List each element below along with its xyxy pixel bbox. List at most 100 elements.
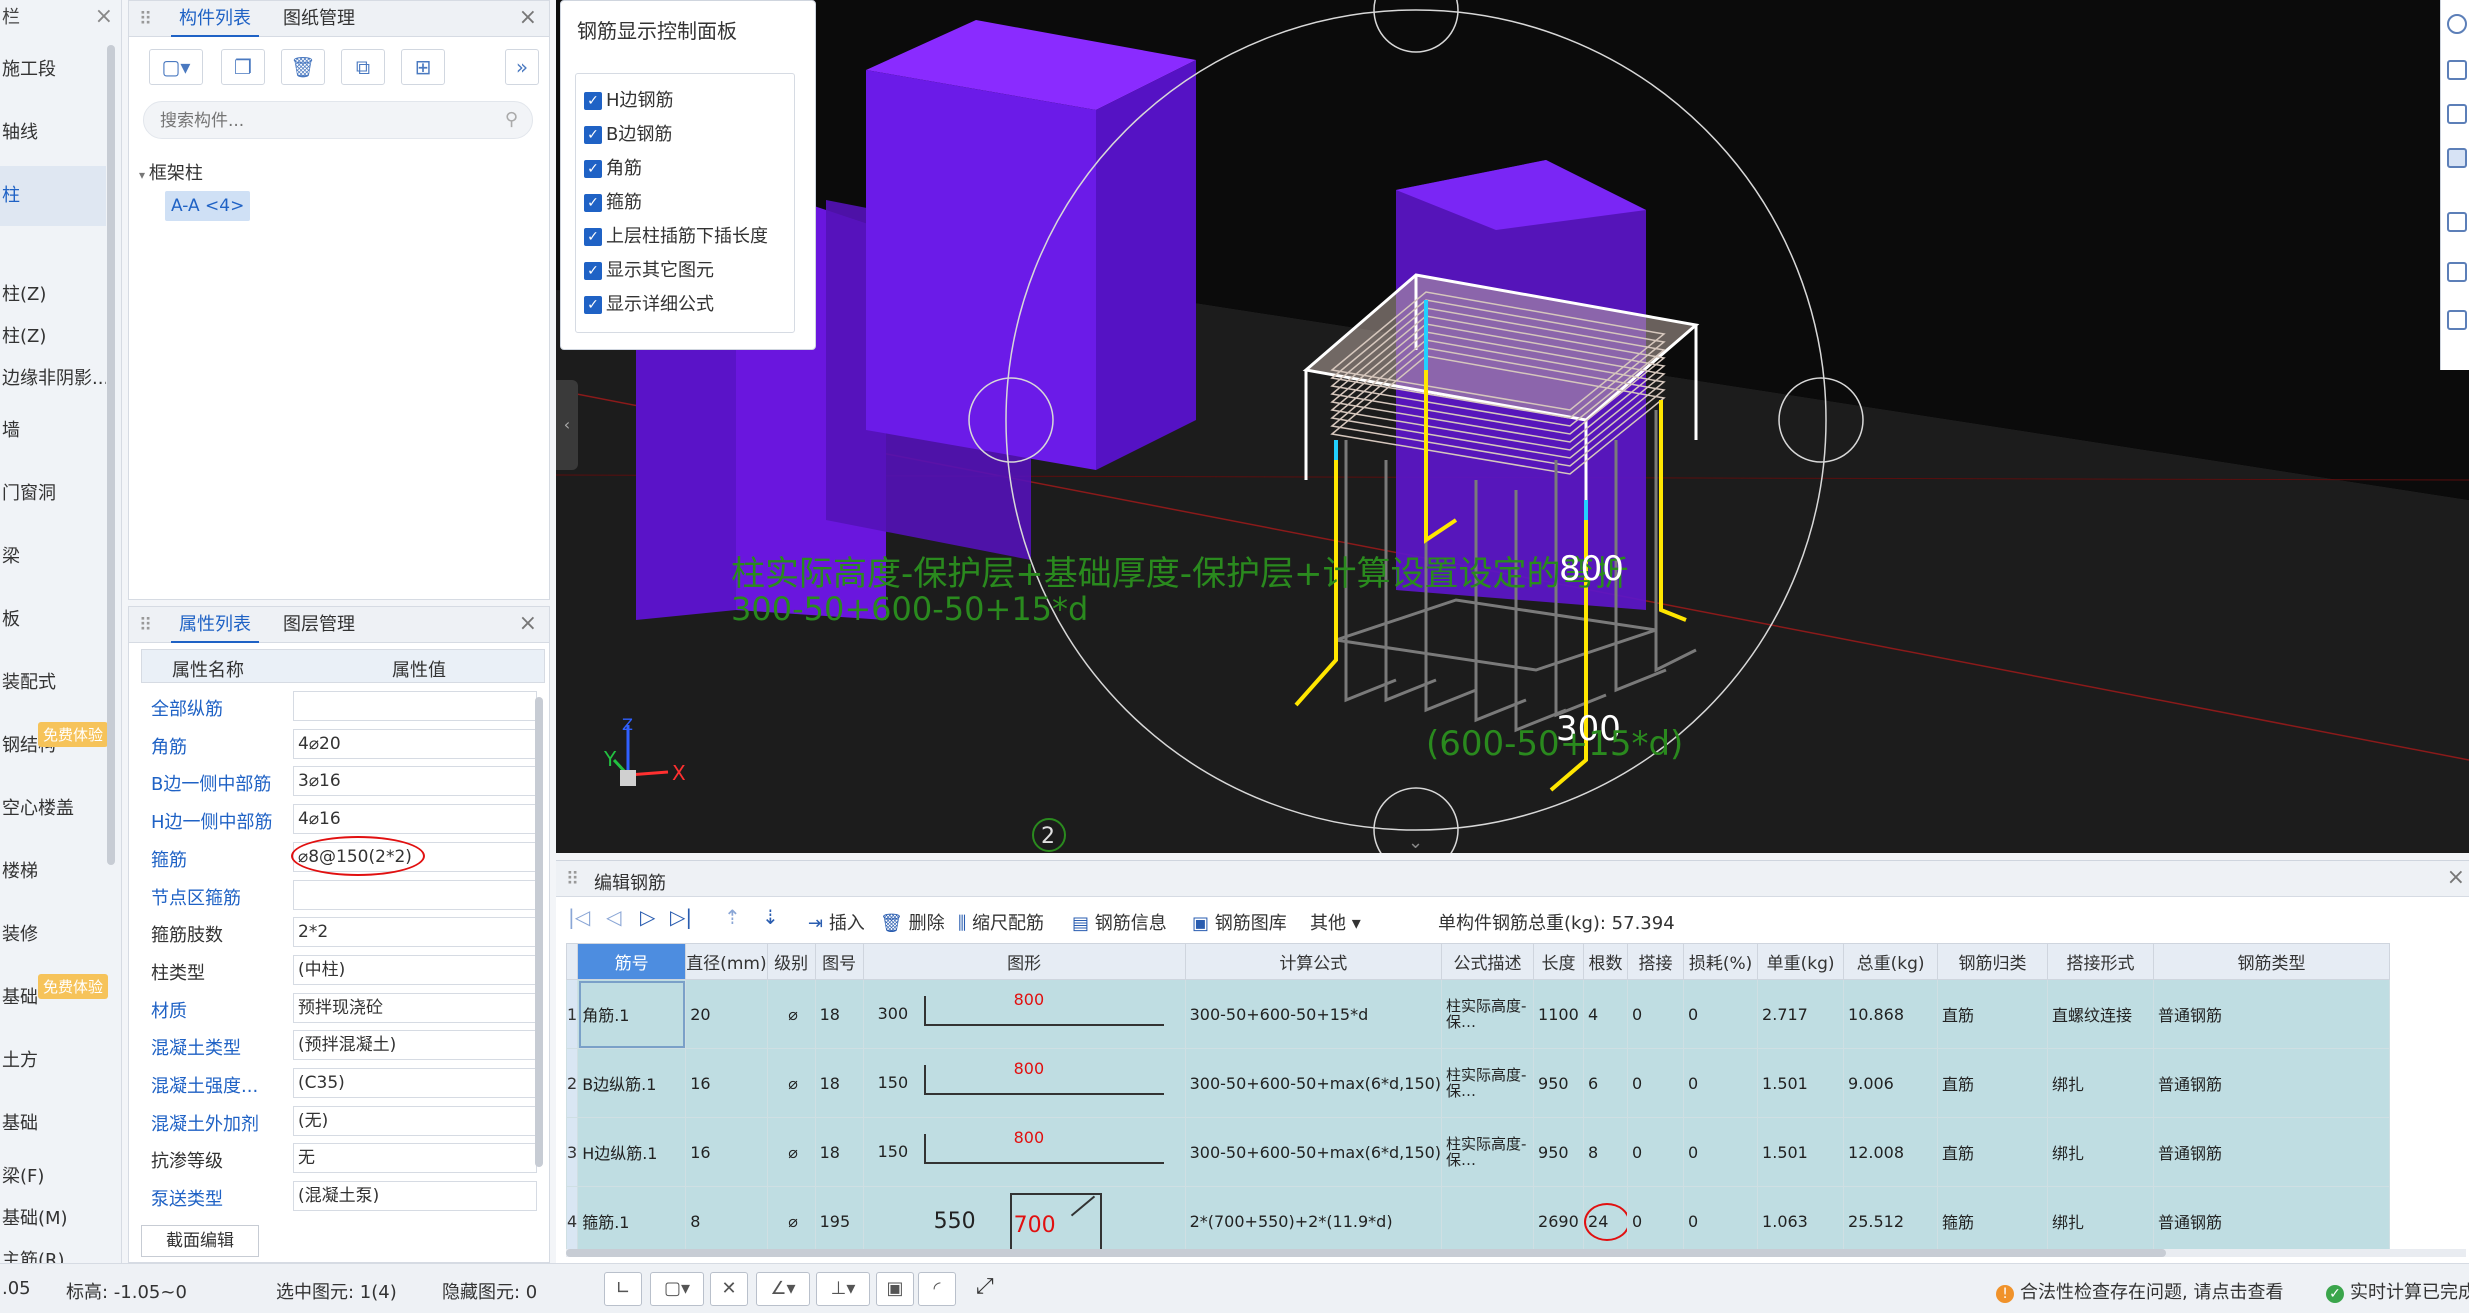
header-count[interactable]: 根数: [1583, 943, 1629, 980]
next-record-icon[interactable]: ▷: [640, 905, 655, 929]
view-list-icon[interactable]: [2447, 310, 2467, 330]
tab-component-list[interactable]: 构件列表: [171, 1, 259, 37]
property-row[interactable]: 抗渗等级 无: [141, 1139, 545, 1177]
header-total-weight[interactable]: 总重(kg): [1843, 943, 1939, 980]
search-icon[interactable]: ⚲: [505, 109, 518, 130]
property-row[interactable]: 节点区箍筋: [141, 876, 545, 914]
view-3d-icon[interactable]: [2447, 60, 2467, 80]
cell-total-weight[interactable]: 25.512: [1843, 1186, 1939, 1256]
drag-handle-icon[interactable]: ⠿: [566, 869, 579, 890]
cell-unit-weight[interactable]: 1.501: [1757, 1048, 1845, 1118]
tree-node-aa[interactable]: A-A <4>: [165, 191, 251, 221]
nav-item-prefab[interactable]: 装配式: [0, 668, 106, 694]
cell-bar-number[interactable]: 箍筋.1: [577, 1186, 687, 1256]
drag-handle-icon[interactable]: ⠿: [139, 615, 152, 636]
property-value[interactable]: [293, 879, 537, 910]
cell-formula-desc[interactable]: 柱实际高度-保…: [1441, 1048, 1535, 1118]
cell-formula-desc[interactable]: [1441, 1186, 1535, 1256]
nav-item-earthwork[interactable]: 土方: [0, 1046, 106, 1072]
checkbox-h-rebar[interactable]: ✓ H边钢筋: [584, 86, 674, 112]
more-icon[interactable]: »: [505, 49, 539, 85]
nav-item-axis[interactable]: 轴线: [0, 118, 106, 144]
cell-figure-no[interactable]: 18: [814, 979, 864, 1049]
cell-grade[interactable]: ⌀: [766, 1117, 816, 1187]
nav-item-beam[interactable]: 梁: [0, 542, 106, 568]
cell-total-weight[interactable]: 9.006: [1843, 1048, 1939, 1118]
cell-shape[interactable]: 300 800: [862, 979, 1186, 1049]
tab-drawing-manage[interactable]: 图纸管理: [275, 1, 363, 37]
property-row[interactable]: 材质 预拌现浇砼: [141, 989, 545, 1027]
cell-figure-no[interactable]: 195: [814, 1186, 864, 1256]
cell-length[interactable]: 950: [1533, 1048, 1585, 1118]
cell-formula-desc[interactable]: 柱实际高度-保…: [1441, 979, 1535, 1049]
close-icon[interactable]: ×: [95, 4, 113, 29]
cell-formula[interactable]: 2*(700+550)+2*(11.9*d): [1184, 1186, 1443, 1256]
rebar-library-button[interactable]: ▣ 钢筋图库: [1192, 909, 1287, 935]
legality-warning[interactable]: ! 合法性检查存在问题, 请点击查看: [1996, 1278, 2283, 1304]
table-row[interactable]: 2 B边纵筋.1 16 ⌀ 18 150 800 300-50+600-50+max(6*d,…: [565, 1048, 2391, 1118]
property-row[interactable]: 混凝土外加剂 (无): [141, 1102, 545, 1140]
nav-item-decoration[interactable]: 装修: [0, 920, 106, 946]
cell-shape[interactable]: 150 800: [862, 1048, 1186, 1118]
header-length[interactable]: 长度: [1533, 943, 1585, 980]
checkbox-corner-rebar[interactable]: ✓ 角筋: [584, 154, 642, 180]
nav-item-wall[interactable]: 墙: [0, 416, 106, 442]
cell-lap-type[interactable]: 绑扎: [2047, 1048, 2155, 1118]
view-side-icon[interactable]: [2447, 148, 2467, 168]
nav-item-slab[interactable]: 板: [0, 605, 106, 631]
other-menu[interactable]: 其他 ▾: [1310, 909, 1361, 935]
cell-total-weight[interactable]: 10.868: [1843, 979, 1939, 1049]
cell-formula-desc[interactable]: 柱实际高度-保…: [1441, 1117, 1535, 1187]
chevron-down-icon[interactable]: ⌄: [1408, 832, 1423, 853]
snap-cross-icon[interactable]: ✕: [710, 1272, 748, 1306]
cell-total-weight[interactable]: 12.008: [1843, 1117, 1939, 1187]
tab-property-list[interactable]: 属性列表: [171, 607, 259, 643]
cell-length[interactable]: 1100: [1533, 979, 1585, 1049]
copy-icon[interactable]: ❐: [221, 49, 265, 85]
cell-lap[interactable]: 0: [1627, 979, 1685, 1049]
cell-grade[interactable]: ⌀: [766, 979, 816, 1049]
nav-item-stage[interactable]: 施工段: [0, 55, 106, 81]
nav-item-edge[interactable]: 边缘非阴影...: [0, 364, 106, 390]
property-row[interactable]: B边一侧中部筋 3⌀16: [141, 762, 545, 800]
nav-scrollbar[interactable]: [107, 45, 115, 865]
delete-button[interactable]: 🗑 删除: [880, 909, 945, 935]
header-formula-desc[interactable]: 公式描述: [1441, 943, 1535, 980]
nav-item-foundation[interactable]: 基础: [0, 1109, 106, 1135]
table-row[interactable]: 3 H边纵筋.1 16 ⌀ 18 150 800 300-50+600-50+max(6*d,…: [565, 1117, 2391, 1187]
cell-count[interactable]: 8: [1583, 1117, 1629, 1187]
cell-rebar-type[interactable]: 普通钢筋: [2153, 1117, 2391, 1187]
cell-category[interactable]: 直筋: [1937, 979, 2049, 1049]
cell-unit-weight[interactable]: 2.717: [1757, 979, 1845, 1049]
property-value[interactable]: (中柱): [293, 954, 537, 985]
nav-item-beam-f[interactable]: 梁(F): [0, 1162, 106, 1188]
property-row[interactable]: 角筋 4⌀20: [141, 725, 545, 763]
header-shape[interactable]: 图形: [862, 943, 1186, 980]
cell-diameter[interactable]: 8: [685, 1186, 768, 1256]
header-rebar-type[interactable]: 钢筋类型: [2153, 943, 2391, 980]
checkbox-show-formula[interactable]: ✓ 显示详细公式: [584, 290, 714, 316]
cell-count[interactable]: 24: [1583, 1186, 1629, 1256]
cell-lap-type[interactable]: 绑扎: [2047, 1117, 2155, 1187]
cell-diameter[interactable]: 20: [685, 979, 768, 1049]
header-diameter[interactable]: 直径(mm): [685, 943, 768, 980]
property-row[interactable]: 泵送类型 (混凝土泵): [141, 1177, 545, 1215]
header-grade[interactable]: 级别: [766, 943, 816, 980]
checkbox-b-rebar[interactable]: ✓ B边钢筋: [584, 120, 672, 146]
cell-lap[interactable]: 0: [1627, 1117, 1685, 1187]
cell-length[interactable]: 2690: [1533, 1186, 1585, 1256]
cell-formula[interactable]: 300-50+600-50+15*d: [1184, 979, 1443, 1049]
cell-loss[interactable]: 0: [1683, 1048, 1759, 1118]
property-value[interactable]: [293, 691, 537, 721]
cell-category[interactable]: 直筋: [1937, 1117, 2049, 1187]
cell-category[interactable]: 箍筋: [1937, 1186, 2049, 1256]
search-input[interactable]: [160, 109, 480, 133]
nav-item-door-window[interactable]: 门窗洞: [0, 479, 106, 505]
cell-grade[interactable]: ⌀: [766, 1048, 816, 1118]
view-2d-icon[interactable]: [2447, 14, 2467, 34]
3d-viewport[interactable]: 柱实际高度-保护层+基础厚度-保护层+计算设置设定的弯折 300-50+600-…: [556, 0, 2469, 853]
scroll-thumb[interactable]: [566, 1249, 2166, 1257]
property-value[interactable]: 预拌现浇砼: [293, 992, 537, 1023]
delete-icon[interactable]: 🗑: [281, 49, 325, 85]
first-record-icon[interactable]: |◁: [568, 905, 590, 929]
